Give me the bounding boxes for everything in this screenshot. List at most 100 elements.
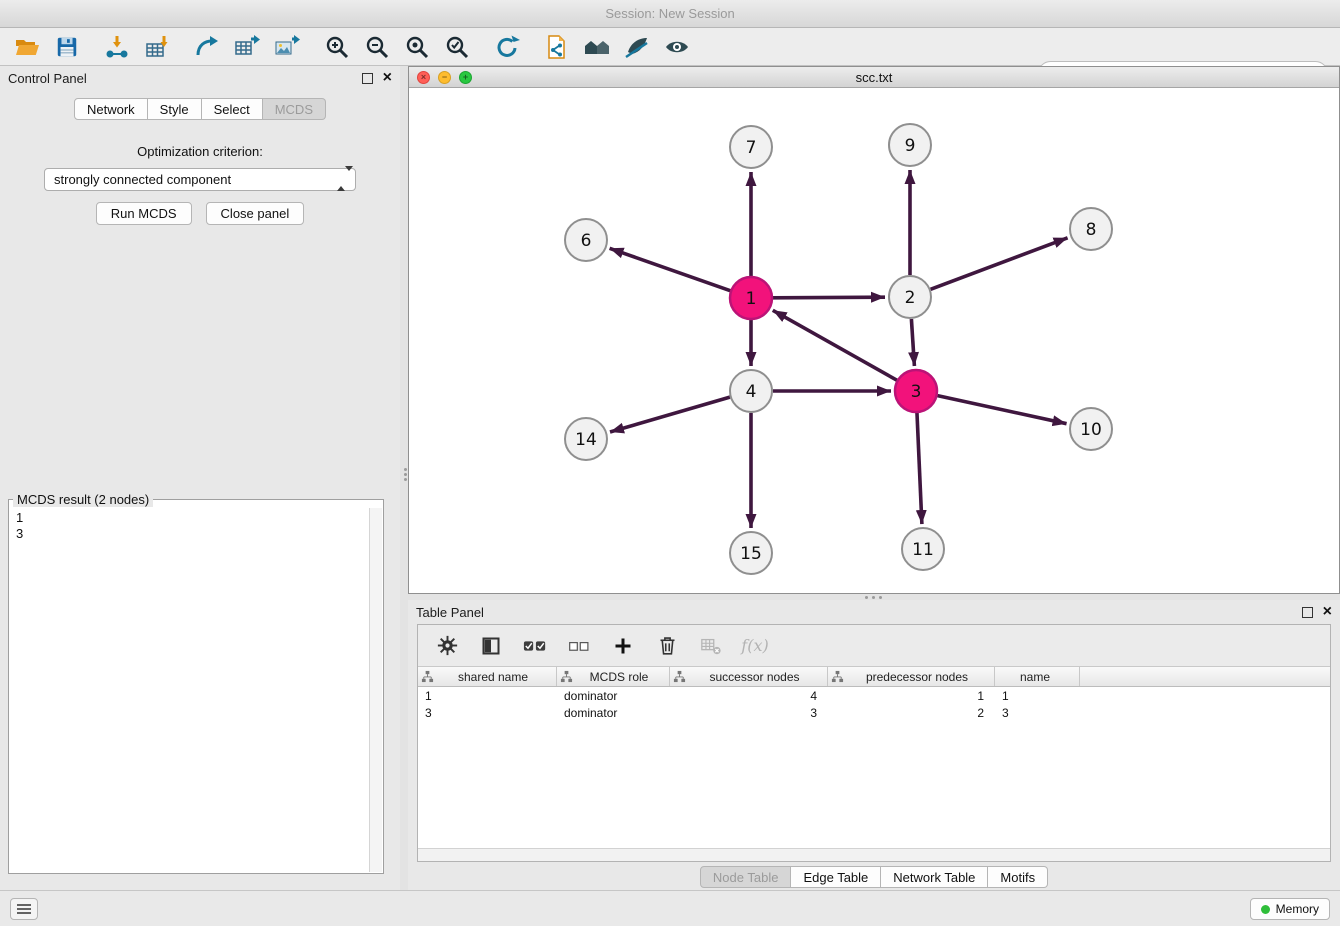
delete-table-button-disabled[interactable] [696,631,726,661]
import-table-button[interactable] [140,32,174,62]
tab-mcds[interactable]: MCDS [263,98,326,120]
node-7[interactable]: 7 [730,126,772,168]
close-panel-button[interactable]: Close panel [206,202,305,225]
column-header-shared-name[interactable]: shared name [418,667,557,686]
zoom-out-button[interactable] [360,32,394,62]
network-overview-button[interactable] [580,32,614,62]
window-zoom-button[interactable]: + [459,71,472,84]
status-bar: Memory [0,890,1340,926]
node-label-6: 6 [581,231,592,251]
tab-style[interactable]: Style [148,98,202,120]
zoom-in-button[interactable] [320,32,354,62]
node-10[interactable]: 10 [1070,408,1112,450]
show-columns-button[interactable] [476,631,506,661]
tab-select[interactable]: Select [202,98,263,120]
export-image-button[interactable] [270,32,304,62]
window-minimize-button[interactable]: − [438,71,451,84]
zoom-fit-button[interactable] [400,32,434,62]
zoom-selected-button[interactable] [440,32,474,62]
node-14[interactable]: 14 [565,418,607,460]
node-label-14: 14 [575,430,597,450]
show-hide-button[interactable] [660,32,694,62]
edge-3-11[interactable] [917,413,922,524]
cell-successor-nodes[interactable]: 3 [670,704,828,721]
table-settings-button[interactable] [432,631,462,661]
apply-style-button[interactable] [620,32,654,62]
column-header-predecessor-nodes[interactable]: predecessor nodes [828,667,995,686]
column-header-successor-nodes[interactable]: successor nodes [670,667,828,686]
cell-predecessor-nodes[interactable]: 1 [828,687,995,704]
optimization-criterion-select[interactable]: strongly connected component [44,168,356,191]
node-2[interactable]: 2 [889,276,931,318]
window-close-button[interactable]: × [417,71,430,84]
network-graph-canvas[interactable]: 7 9 6 8 1 2 4 3 14 10 15 11 [409,88,1339,593]
attribute-icon [421,670,434,683]
node-3[interactable]: 3 [895,370,937,412]
tab-motifs[interactable]: Motifs [988,866,1048,888]
close-panel-icon[interactable]: × [1323,604,1332,620]
cell-name[interactable]: 1 [995,687,1080,704]
table-hscrollbar[interactable] [418,848,1330,861]
save-session-button[interactable] [50,32,84,62]
table-row[interactable]: 1 dominator 4 1 1 [418,687,1330,704]
node-label-4: 4 [746,382,757,402]
apply-layout-button[interactable] [490,32,524,62]
cell-predecessor-nodes[interactable]: 2 [828,704,995,721]
vertical-splitter[interactable] [400,66,408,890]
node-11[interactable]: 11 [902,528,944,570]
function-builder-button-disabled[interactable]: f(x) [740,631,770,661]
edge-2-8[interactable] [931,238,1068,289]
show-panel-list-button[interactable] [10,898,38,920]
cell-mcds-role[interactable]: dominator [557,687,670,704]
result-scrollbar[interactable] [369,508,382,872]
cell-successor-nodes[interactable]: 4 [670,687,828,704]
import-network-icon [104,34,130,60]
run-mcds-button[interactable]: Run MCDS [96,202,192,225]
table-toolbar: f(x) [418,625,1330,667]
node-8[interactable]: 8 [1070,208,1112,250]
control-panel: Control Panel × Network Style Select MCD… [0,66,400,890]
add-column-button[interactable] [608,631,638,661]
node-15[interactable]: 15 [730,532,772,574]
open-file-button[interactable] [10,32,44,62]
column-header-name[interactable]: name [995,667,1080,686]
cell-name[interactable]: 3 [995,704,1080,721]
column-header-mcds-role[interactable]: MCDS role [557,667,670,686]
tab-edge-table[interactable]: Edge Table [791,866,881,888]
edge-3-1[interactable] [773,310,897,380]
network-from-selection-button[interactable] [540,32,574,62]
select-all-button[interactable] [520,631,550,661]
edge-1-2[interactable] [773,297,885,298]
deselect-all-icon [568,635,590,657]
edge-2-3[interactable] [911,319,914,366]
fx-icon: f(x) [741,636,768,655]
float-panel-icon[interactable] [362,73,373,84]
node-6[interactable]: 6 [565,219,607,261]
select-stepper-icon [337,171,351,188]
table-panel: Table Panel × [408,600,1340,890]
cell-mcds-role[interactable]: dominator [557,704,670,721]
delete-column-button[interactable] [652,631,682,661]
export-table-button[interactable] [230,32,264,62]
node-1[interactable]: 1 [730,277,772,319]
cell-shared-name[interactable]: 1 [418,687,557,704]
tab-node-table[interactable]: Node Table [700,866,792,888]
tab-network[interactable]: Network [74,98,148,120]
mcds-result-box[interactable]: MCDS result (2 nodes) 1 3 [8,492,384,874]
memory-button[interactable]: Memory [1250,898,1330,920]
node-9[interactable]: 9 [889,124,931,166]
export-image-icon [274,34,300,60]
zoom-selected-icon [444,34,470,60]
import-network-button[interactable] [100,32,134,62]
table-row[interactable]: 3 dominator 3 2 3 [418,704,1330,721]
edge-1-6[interactable] [610,248,731,290]
tab-network-table[interactable]: Network Table [881,866,988,888]
node-4[interactable]: 4 [730,370,772,412]
export-network-button[interactable] [190,32,224,62]
deselect-all-button[interactable] [564,631,594,661]
edge-4-14[interactable] [610,397,730,432]
float-panel-icon[interactable] [1302,607,1313,618]
cell-shared-name[interactable]: 3 [418,704,557,721]
close-panel-icon[interactable]: × [383,70,392,86]
edge-3-10[interactable] [937,396,1066,424]
